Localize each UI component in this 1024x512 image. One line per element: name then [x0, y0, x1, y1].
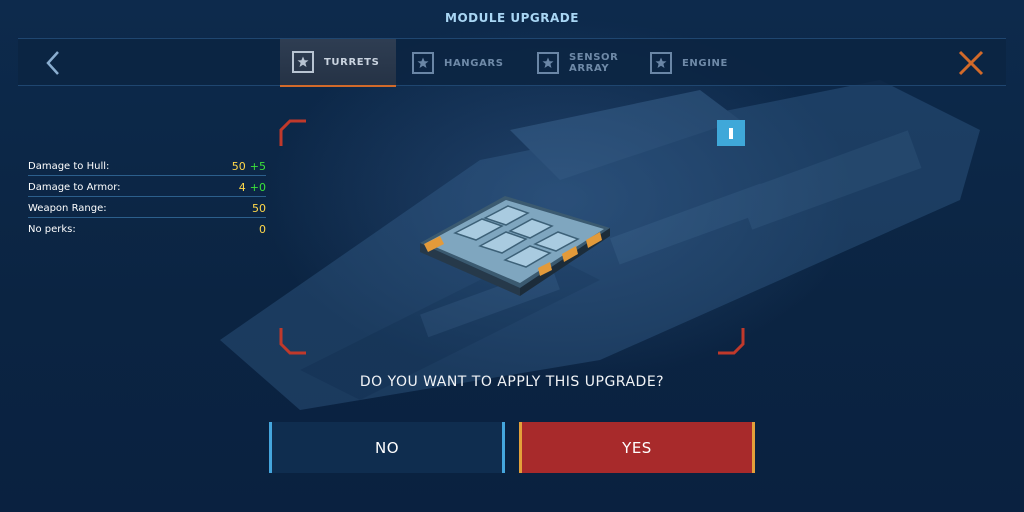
tab-turrets[interactable]: TURRETS	[280, 39, 396, 87]
frame-corner-bottom-right	[718, 328, 745, 355]
no-button[interactable]: NO	[269, 422, 505, 473]
tab-bar: TURRETS HANGARS SENSOR ARRAY ENGINE	[18, 38, 1006, 87]
page-title: MODULE UPGRADE	[445, 11, 579, 25]
stat-value-group: 0	[259, 223, 266, 236]
star-icon	[650, 52, 672, 74]
tab-label: ENGINE	[682, 57, 728, 69]
tab-label: TURRETS	[324, 56, 380, 68]
close-button[interactable]	[956, 49, 986, 77]
stat-value: 50	[252, 202, 266, 215]
stat-row-hull: Damage to Hull: 50 +5	[28, 156, 266, 177]
stat-value: 50	[231, 160, 246, 173]
star-icon	[292, 51, 314, 73]
stat-value-group: 50 +5	[232, 160, 266, 173]
stat-row-armor: Damage to Armor: 4 +0	[28, 177, 266, 198]
stat-label: Damage to Armor:	[28, 182, 121, 193]
stat-row-perks: No perks: 0	[28, 219, 266, 240]
frame-corner-top-left	[279, 119, 306, 146]
tab-engine[interactable]: ENGINE	[650, 39, 750, 87]
stat-value: 4	[238, 181, 246, 194]
stat-bonus: +0	[249, 181, 266, 194]
stat-value-group: 50	[252, 202, 266, 215]
star-icon	[412, 52, 434, 74]
frame-corner-bottom-left	[279, 328, 306, 355]
stats-panel: Damage to Hull: 50 +5 Damage to Armor: 4…	[28, 156, 266, 240]
info-button[interactable]	[717, 120, 745, 146]
yes-button[interactable]: YES	[519, 422, 755, 473]
stat-row-range: Weapon Range: 50	[28, 198, 266, 219]
star-icon	[537, 52, 559, 74]
confirm-question: DO YOU WANT TO APPLY THIS UPGRADE?	[359, 374, 665, 390]
stat-bonus: +5	[249, 160, 266, 173]
stat-label: No perks:	[28, 224, 76, 235]
tab-label: HANGARS	[444, 57, 504, 69]
stat-label: Weapon Range:	[28, 203, 107, 214]
tab-sensor-array[interactable]: SENSOR ARRAY	[537, 39, 647, 87]
stat-value-group: 4 +0	[239, 181, 266, 194]
turret-module-image	[420, 196, 610, 296]
chevron-left-icon	[46, 51, 59, 75]
info-icon	[729, 127, 733, 139]
stat-value: 0	[259, 223, 266, 236]
stat-label: Damage to Hull:	[28, 161, 110, 172]
tab-label: SENSOR ARRAY	[569, 52, 619, 74]
back-button[interactable]	[40, 49, 66, 77]
tab-hangars[interactable]: HANGARS	[412, 39, 518, 87]
close-icon	[958, 50, 984, 76]
